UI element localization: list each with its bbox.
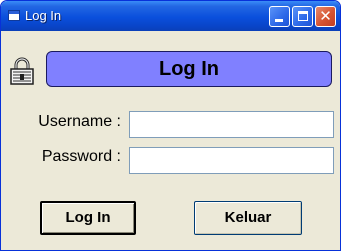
- login-window: Log In ✕ Log In Username : Password : Lo…: [0, 0, 341, 251]
- window-title: Log In: [25, 8, 62, 23]
- close-icon: ✕: [319, 7, 332, 25]
- password-input[interactable]: [129, 147, 334, 174]
- title-bar[interactable]: Log In ✕: [1, 1, 340, 31]
- maximize-icon: [298, 11, 308, 21]
- login-button[interactable]: Log In: [40, 201, 136, 235]
- minimize-icon: [275, 19, 283, 22]
- window-app-icon[interactable]: [8, 10, 20, 21]
- padlock-icon: [10, 57, 34, 85]
- maximize-button[interactable]: [292, 6, 313, 27]
- header-banner: Log In: [46, 51, 332, 87]
- password-label: Password :: [41, 148, 121, 165]
- header-title: Log In: [159, 58, 219, 80]
- username-label: Username :: [38, 113, 121, 130]
- close-button[interactable]: ✕: [315, 6, 336, 27]
- username-input[interactable]: [129, 111, 334, 138]
- minimize-button[interactable]: [269, 6, 290, 27]
- exit-button[interactable]: Keluar: [194, 201, 302, 235]
